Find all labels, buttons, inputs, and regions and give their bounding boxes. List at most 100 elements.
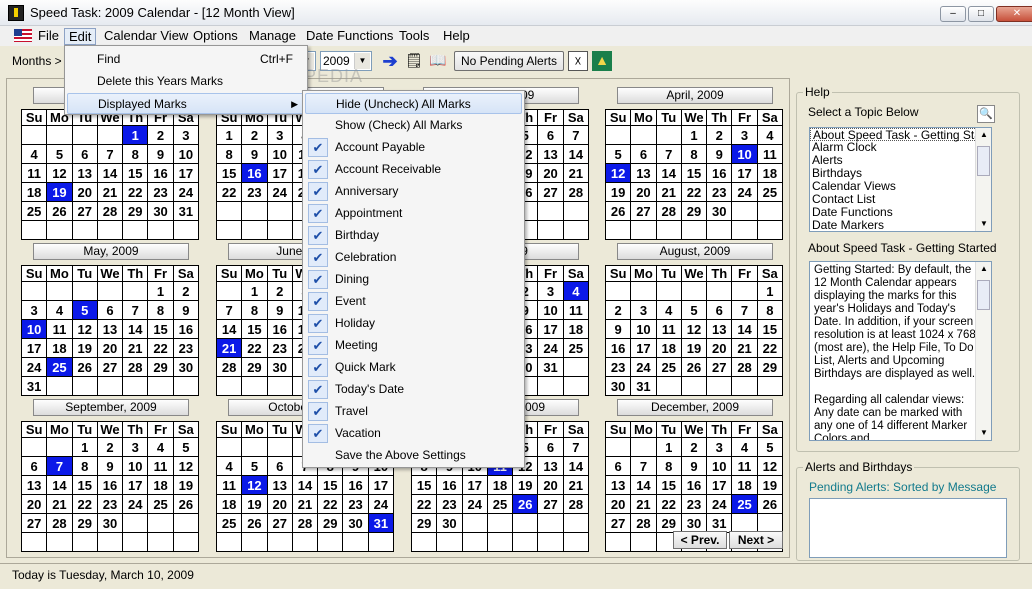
day-cell[interactable]: [604, 281, 632, 301]
day-cell[interactable]: [46, 220, 73, 240]
day-cell[interactable]: [46, 376, 73, 396]
day-cell[interactable]: 6: [537, 125, 564, 145]
minimize-button[interactable]: –: [940, 6, 966, 22]
day-cell[interactable]: 29: [122, 201, 149, 221]
day-cell[interactable]: 31: [537, 357, 564, 377]
day-cell[interactable]: [367, 532, 395, 552]
day-cell[interactable]: 8: [215, 144, 243, 164]
day-cell[interactable]: [266, 201, 293, 221]
day-cell[interactable]: 15: [122, 163, 149, 183]
day-cell[interactable]: 12: [680, 319, 708, 339]
marks-item-show-check-all-marks[interactable]: Show (Check) All Marks: [305, 115, 522, 136]
marks-item-travel[interactable]: ✔ Travel: [305, 401, 522, 422]
day-cell[interactable]: 20: [266, 494, 293, 514]
day-cell[interactable]: 12: [756, 456, 784, 476]
day-cell[interactable]: [46, 532, 73, 552]
day-cell[interactable]: 24: [367, 494, 395, 514]
day-cell[interactable]: 30: [266, 357, 293, 377]
day-cell[interactable]: [96, 281, 124, 301]
day-cell[interactable]: 30: [604, 376, 632, 396]
day-cell[interactable]: 1: [655, 437, 682, 457]
day-cell[interactable]: [562, 513, 590, 533]
day-cell[interactable]: 19: [172, 475, 200, 495]
day-cell[interactable]: 21: [562, 475, 590, 495]
day-cell[interactable]: 5: [604, 144, 632, 164]
day-cell[interactable]: 7: [122, 300, 149, 320]
day-cell[interactable]: 13: [630, 163, 657, 183]
day-cell[interactable]: 25: [655, 357, 682, 377]
day-cell[interactable]: [46, 125, 73, 145]
day-cell[interactable]: 4: [147, 437, 174, 457]
day-cell[interactable]: 15: [680, 163, 708, 183]
day-cell[interactable]: [604, 437, 632, 457]
day-cell[interactable]: [122, 220, 149, 240]
day-cell[interactable]: [147, 220, 174, 240]
day-cell[interactable]: 19: [46, 182, 73, 202]
day-cell[interactable]: 12: [604, 163, 632, 183]
topic-scrollbar[interactable]: ▲ ▼: [975, 128, 991, 231]
day-cell[interactable]: 24: [630, 357, 657, 377]
day-cell[interactable]: 21: [630, 494, 657, 514]
lamp-icon[interactable]: ▲: [592, 51, 612, 71]
marks-item-account-receivable[interactable]: ✔ Account Receivable: [305, 159, 522, 180]
day-cell[interactable]: 29: [410, 513, 438, 533]
day-cell[interactable]: 23: [342, 494, 369, 514]
day-cell[interactable]: [147, 532, 174, 552]
help-topic-item[interactable]: Date Markers: [810, 219, 991, 232]
marks-item-holiday[interactable]: ✔ Holiday: [305, 313, 522, 334]
marks-item-event[interactable]: ✔ Event: [305, 291, 522, 312]
day-cell[interactable]: 7: [630, 456, 657, 476]
month-header[interactable]: August, 2009: [617, 243, 773, 260]
day-cell[interactable]: 22: [215, 182, 243, 202]
day-cell[interactable]: 14: [655, 163, 682, 183]
day-cell[interactable]: 10: [20, 319, 48, 339]
menu-date-functions[interactable]: Date Functions: [302, 28, 397, 45]
day-cell[interactable]: 16: [706, 163, 733, 183]
day-cell[interactable]: [537, 376, 564, 396]
day-cell[interactable]: 14: [46, 475, 73, 495]
day-cell[interactable]: 14: [122, 319, 149, 339]
day-cell[interactable]: [20, 532, 48, 552]
day-cell[interactable]: 30: [342, 513, 369, 533]
day-cell[interactable]: 11: [147, 456, 174, 476]
day-cell[interactable]: 2: [604, 300, 632, 320]
day-cell[interactable]: 27: [266, 513, 293, 533]
help-scrollbar[interactable]: ▲ ▼: [975, 262, 991, 440]
menu-options[interactable]: Options: [189, 28, 242, 45]
day-cell[interactable]: [215, 281, 243, 301]
day-cell[interactable]: 19: [680, 338, 708, 358]
day-cell[interactable]: 22: [71, 494, 98, 514]
day-cell[interactable]: 16: [172, 319, 200, 339]
day-cell[interactable]: 22: [317, 494, 344, 514]
day-cell[interactable]: 28: [562, 182, 590, 202]
day-cell[interactable]: [562, 220, 590, 240]
menu-item-delete-marks[interactable]: Delete this Years Marks: [67, 71, 305, 92]
day-cell[interactable]: 14: [96, 163, 124, 183]
day-cell[interactable]: 6: [604, 456, 632, 476]
day-cell[interactable]: 11: [731, 456, 758, 476]
day-cell[interactable]: 26: [241, 513, 268, 533]
day-cell[interactable]: [215, 532, 243, 552]
day-cell[interactable]: 22: [680, 182, 708, 202]
day-cell[interactable]: [562, 201, 590, 221]
day-cell[interactable]: [410, 532, 438, 552]
day-cell[interactable]: [706, 376, 733, 396]
day-cell[interactable]: 12: [241, 475, 268, 495]
day-cell[interactable]: 24: [706, 494, 733, 514]
day-cell[interactable]: 24: [172, 182, 200, 202]
day-cell[interactable]: [71, 281, 98, 301]
day-cell[interactable]: 25: [20, 201, 48, 221]
day-cell[interactable]: 6: [96, 300, 124, 320]
day-cell[interactable]: [604, 125, 632, 145]
day-cell[interactable]: [680, 376, 708, 396]
day-cell[interactable]: 14: [630, 475, 657, 495]
day-cell[interactable]: 1: [680, 125, 708, 145]
scroll-down-icon[interactable]: ▼: [976, 217, 991, 231]
month-header[interactable]: May, 2009: [33, 243, 189, 260]
day-cell[interactable]: 25: [731, 494, 758, 514]
day-cell[interactable]: 30: [706, 201, 733, 221]
day-cell[interactable]: 20: [706, 338, 733, 358]
day-cell[interactable]: [562, 532, 590, 552]
day-cell[interactable]: 30: [147, 201, 174, 221]
day-cell[interactable]: 29: [147, 357, 174, 377]
